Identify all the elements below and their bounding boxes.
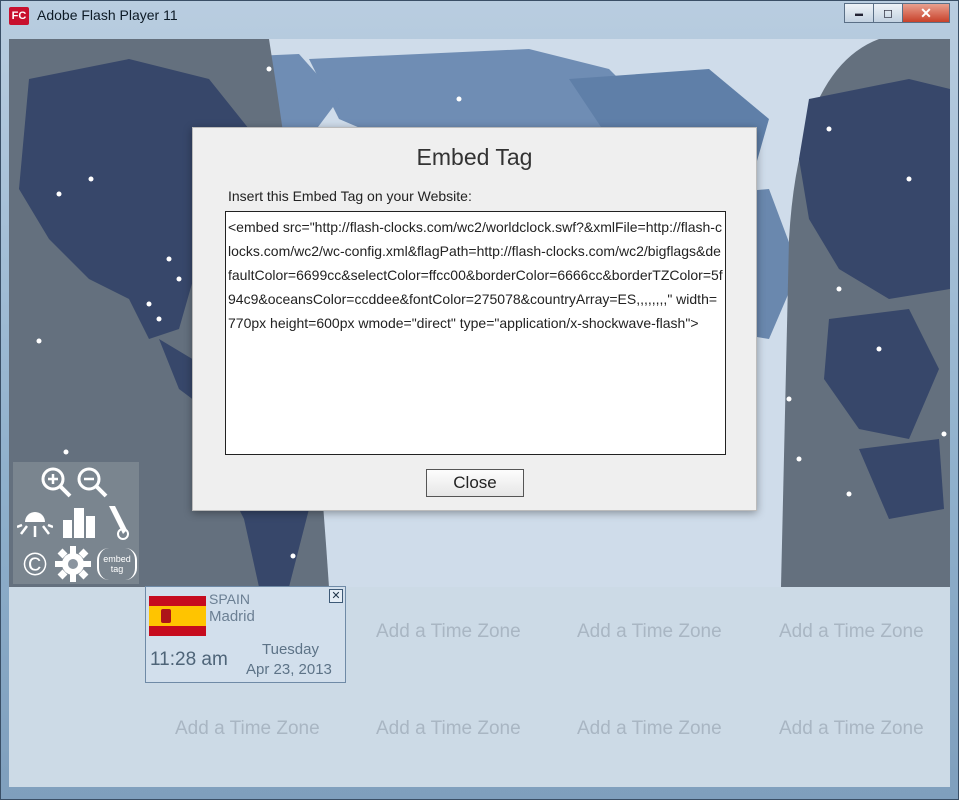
- map-toolbar: © embed tag: [13, 462, 139, 584]
- add-time-zone-slot[interactable]: Add a Time Zone: [175, 718, 320, 740]
- dialog-instruction: Insert this Embed Tag on your Website:: [228, 188, 472, 204]
- add-time-zone-slot[interactable]: Add a Time Zone: [376, 621, 521, 643]
- add-time-zone-slot[interactable]: Add a Time Zone: [577, 621, 722, 643]
- sun-icon[interactable]: [17, 504, 53, 538]
- copyright-icon[interactable]: ©: [17, 546, 53, 582]
- dialog-title: Embed Tag: [416, 144, 533, 170]
- add-time-zone-slot[interactable]: Add a Time Zone: [376, 718, 521, 740]
- minimize-button[interactable]: ▬: [844, 3, 874, 23]
- clock-weekday: Tuesday: [262, 641, 319, 658]
- minimize-icon: ▬: [855, 8, 863, 18]
- flash-clocks-app-icon: FC: [9, 7, 29, 25]
- copyright-glyph: ©: [23, 546, 47, 582]
- embed-tag-line1: embed: [103, 554, 131, 564]
- spain-flag: [149, 596, 206, 636]
- embed-tag-dialog: Embed Tag Insert this Embed Tag on your …: [192, 127, 757, 511]
- clock-country: SPAIN: [209, 591, 250, 607]
- gear-icon[interactable]: [55, 546, 93, 582]
- add-time-zone-slot[interactable]: Add a Time Zone: [577, 718, 722, 740]
- embed-tag-icon[interactable]: embed tag: [97, 548, 137, 580]
- clock-date: Apr 23, 2013: [246, 661, 332, 678]
- window-controls: ▬ ◻ ✕: [844, 3, 950, 23]
- close-window-button[interactable]: ✕: [902, 3, 950, 23]
- add-time-zone-slot[interactable]: Add a Time Zone: [779, 718, 924, 740]
- zoom-out-icon[interactable]: [75, 465, 109, 499]
- add-time-zone-slot[interactable]: Add a Time Zone: [779, 621, 924, 643]
- clock-time: 11:28 am: [150, 649, 228, 670]
- city-icon[interactable]: [61, 504, 97, 538]
- title-bar[interactable]: FC Adobe Flash Player 11 ▬ ◻ ✕: [1, 1, 958, 31]
- maximize-icon: ◻: [883, 6, 893, 20]
- window-title: Adobe Flash Player 11: [37, 7, 178, 23]
- close-icon: ✕: [920, 4, 932, 21]
- maximize-button[interactable]: ◻: [873, 3, 903, 23]
- clock-card-spain[interactable]: SPAIN Madrid ✕ 11:28 am Tuesday Apr 23, …: [145, 586, 346, 683]
- embed-code-textarea[interactable]: <embed src="http://flash-clocks.com/wc2/…: [225, 211, 726, 455]
- remove-clock-button[interactable]: ✕: [329, 589, 343, 603]
- zoom-in-icon[interactable]: [39, 465, 73, 499]
- clock-city: Madrid: [209, 608, 255, 625]
- flash-player-window: FC Adobe Flash Player 11 ▬ ◻ ✕ © embed t…: [0, 0, 959, 800]
- close-dialog-button[interactable]: Close: [426, 469, 524, 497]
- pencil-icon[interactable]: [101, 504, 133, 540]
- embed-tag-line2: tag: [110, 564, 124, 574]
